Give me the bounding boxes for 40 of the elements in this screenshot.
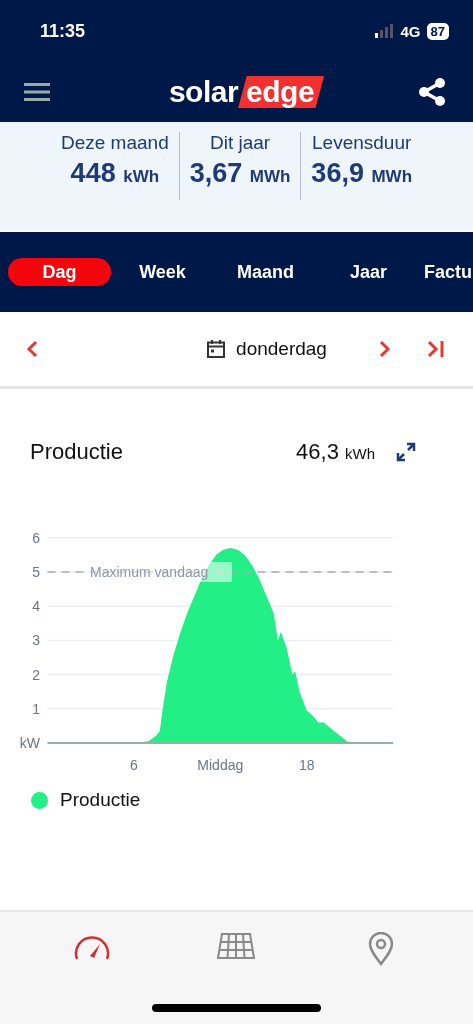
chart-title: Productie <box>30 439 123 465</box>
y-tick-label: kW <box>19 735 40 751</box>
calendar-icon[interactable] <box>206 339 227 359</box>
period-tab[interactable]: Maand <box>214 258 317 286</box>
stat-value: 36,9 MWh <box>311 158 412 189</box>
stat-label: Deze maand <box>60 132 169 154</box>
status-time: 11:35 <box>40 20 86 42</box>
period-tab[interactable]: Dag <box>8 258 111 286</box>
x-tick-label: 18 <box>298 757 315 773</box>
stat-value: 448 kWh <box>70 158 160 189</box>
solar-panel-icon[interactable] <box>216 932 257 960</box>
signal-icon <box>374 24 395 38</box>
stat-value: 3,67 MWh <box>189 158 291 189</box>
y-tick-label: 6 <box>32 529 40 546</box>
y-tick-label: 4 <box>32 598 40 615</box>
last-icon[interactable] <box>427 339 445 359</box>
production-total: 46,3 kWh <box>296 439 375 465</box>
x-tick-label: 6 <box>130 757 138 773</box>
logo: solar edge <box>168 75 325 109</box>
period-tab[interactable]: Week <box>111 258 214 286</box>
legend-label: Productie <box>60 789 141 811</box>
share-icon[interactable] <box>417 77 447 107</box>
stat-label: Levensduur <box>312 132 412 154</box>
y-tick-label: 5 <box>32 564 40 580</box>
battery-level: 87 <box>426 22 449 40</box>
maximum-label: Maximum vandaag <box>90 564 209 580</box>
y-tick-label: 3 <box>32 632 40 649</box>
period-tab[interactable]: Jaar <box>317 258 420 286</box>
period-tab[interactable]: Factu <box>424 258 472 286</box>
date-label[interactable]: donderdag <box>236 338 327 360</box>
previous-icon[interactable] <box>26 340 38 358</box>
menu-icon[interactable] <box>24 82 50 102</box>
y-tick-label: 1 <box>32 700 40 717</box>
network-label: 4G <box>400 22 421 40</box>
y-tick-label: 2 <box>32 666 40 683</box>
expand-icon[interactable] <box>395 441 417 463</box>
next-icon[interactable] <box>379 340 391 358</box>
stat-label: Dit jaar <box>209 132 271 154</box>
x-tick-label: Middag <box>197 757 244 773</box>
location-pin-icon[interactable] <box>367 932 394 966</box>
